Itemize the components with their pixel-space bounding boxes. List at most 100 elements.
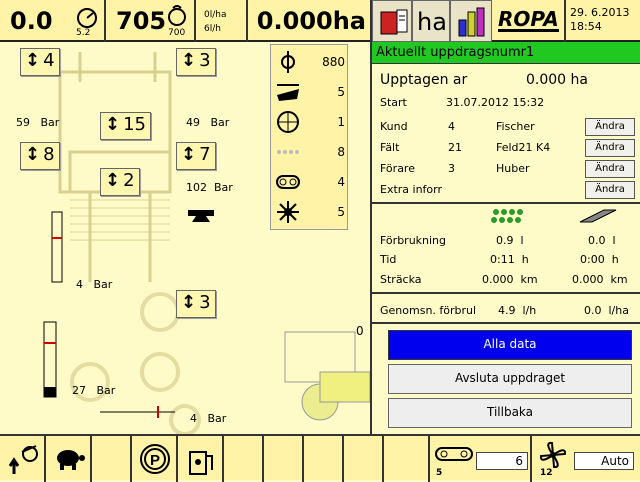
driver-name: Huber — [496, 162, 530, 175]
avg-consumption-road: 0.0 l/ha — [584, 304, 629, 317]
side-box-left[interactable]: ↕ 8 — [20, 142, 60, 170]
order-panel: Aktuellt uppdragsnumr1 Upptagen ar 0.000… — [370, 42, 640, 434]
lift-height-box-2[interactable]: ↕ 3 — [176, 48, 216, 76]
edit-customer-button[interactable]: Ändra — [585, 118, 635, 136]
bottom-toolbar: P 5 6 12 Auto — [0, 434, 640, 482]
field-number: 21 — [448, 141, 462, 154]
order-title-bar: Aktuellt uppdragsnumr1 — [372, 42, 640, 64]
counter-row[interactable]: 5 — [271, 197, 349, 227]
statistics-button[interactable] — [450, 0, 492, 42]
divider — [372, 202, 640, 204]
counter-value: 8 — [337, 145, 345, 159]
turtle-icon — [57, 450, 85, 470]
edit-field-button[interactable]: Ändra — [585, 139, 635, 157]
menu-button[interactable] — [0, 436, 46, 482]
divider — [372, 322, 640, 324]
customer-name: Fischer — [496, 120, 535, 133]
counter-row[interactable]: 8 — [271, 137, 349, 167]
all-data-button[interactable]: Alla data — [388, 330, 632, 360]
turtle-button[interactable] — [46, 436, 92, 482]
counter-row[interactable]: 4 — [271, 167, 349, 197]
lift-height-1-value: 4 — [43, 50, 55, 71]
pressure-mid: 102 Bar — [186, 181, 233, 194]
time-field: 0:11 h — [490, 253, 529, 266]
gauge-2-reading: 27 Bar — [72, 384, 116, 397]
center-box[interactable]: ↕ 2 — [100, 168, 140, 196]
speed-display: 0.0 5.2 — [0, 0, 106, 42]
parking-brake-icon: P — [140, 444, 170, 474]
toolbar-slot-8[interactable] — [304, 436, 344, 482]
side-box-right[interactable]: ↕ 7 — [176, 142, 216, 170]
counter-value: 1 — [337, 115, 345, 129]
start-value: 31.07.2012 15:32 — [446, 96, 545, 109]
fuel-rate-display: 0l/ha 6l/h — [196, 0, 248, 42]
avg-consumption-field: 4.9 l/h — [498, 304, 537, 317]
logbook-button[interactable] — [372, 0, 412, 42]
avg-consumption-label: Genomsn. förbrul — [380, 304, 477, 317]
toolbar-slot-9[interactable] — [344, 436, 384, 482]
fan-speed-control[interactable]: 12 Auto — [532, 436, 640, 482]
distance-field: 0.000 km — [482, 273, 538, 286]
order-title: Aktuellt uppdragsnumr1 — [376, 45, 535, 60]
finish-order-button[interactable]: Avsluta uppdraget — [388, 364, 632, 394]
chain-speed-value[interactable]: 6 — [476, 452, 528, 470]
chain-speed-control[interactable]: 5 6 — [430, 436, 532, 482]
machine-diagram: ↕ 4 ↕ 3 ↕ 15 ↕ 8 ↕ 7 ↕ 2 ↕ 3 59 Bar 49 Bar 102 … — [0, 42, 370, 434]
customer-label: Kund — [380, 120, 408, 133]
consumption-label: Förbrukning — [380, 234, 447, 247]
hectare-button[interactable]: ha — [412, 0, 450, 42]
roller-box[interactable]: ↕ 3 — [176, 290, 216, 318]
fuel-button[interactable] — [178, 436, 224, 482]
counter-row[interactable]: 880 — [271, 47, 349, 77]
back-button[interactable]: Tillbaka — [388, 398, 632, 428]
counter-value: 5 — [337, 205, 345, 219]
menu-up-icon — [8, 445, 38, 474]
side-zero-value: 0 — [356, 324, 364, 338]
extra-info-label: Extra inforr — [380, 183, 443, 196]
depth-box[interactable]: ↕ 15 — [100, 112, 151, 140]
updown-arrow-icon: ↕ — [25, 144, 41, 165]
start-label: Start — [380, 96, 407, 109]
rpm-value: 705 — [116, 7, 167, 35]
book-icon — [380, 9, 408, 35]
edit-driver-button[interactable]: Ändra — [585, 160, 635, 178]
counter-row[interactable]: 1 — [271, 107, 349, 137]
updown-arrow-icon: ↕ — [181, 50, 197, 71]
gauge-1-reading: 4 Bar — [76, 278, 113, 291]
center-value: 2 — [123, 170, 135, 191]
lift-height-box-1[interactable]: ↕ 4 — [20, 48, 60, 76]
fan-speed-value[interactable]: Auto — [574, 452, 634, 470]
toolbar-slot-10[interactable] — [384, 436, 430, 482]
consumption-road: 0.0 l — [588, 234, 616, 247]
toolbar-slot-3[interactable] — [92, 436, 132, 482]
counter-value: 4 — [337, 175, 345, 189]
updown-arrow-icon: ↕ — [105, 170, 121, 191]
consumption-field: 0.9 l — [496, 234, 524, 247]
counter-panel: 880 5 1 8 4 5 — [270, 44, 348, 230]
road-icon — [579, 209, 617, 223]
speedometer-icon — [77, 8, 97, 28]
pressure-right: 49 Bar — [186, 116, 230, 129]
fuel-pump-icon — [189, 451, 213, 475]
counter-row[interactable]: 5 — [271, 77, 349, 107]
depth-value: 15 — [123, 114, 146, 135]
divider — [372, 292, 640, 294]
area-value: 0.000ha — [256, 7, 366, 35]
conveyor-icon — [277, 84, 299, 101]
rpm-display: 705 700 — [106, 0, 196, 42]
field-label: Fält — [380, 141, 400, 154]
rotor-icon — [281, 51, 295, 73]
time-label: Tid — [380, 253, 397, 266]
speed-value: 0.0 — [10, 7, 53, 35]
parking-brake-button[interactable]: P — [132, 436, 178, 482]
chain-number: 5 — [436, 468, 443, 478]
edit-extra-info-button[interactable]: Ändra — [585, 181, 635, 199]
taken-label: Upptagen ar — [380, 72, 468, 88]
roller-value: 3 — [199, 292, 211, 313]
counter-value: 880 — [322, 55, 345, 69]
area-display: 0.000ha — [248, 0, 372, 42]
toolbar-slot-7[interactable] — [264, 436, 304, 482]
toolbar-slot-6[interactable] — [224, 436, 264, 482]
gauge-3-reading: 4 Bar — [190, 412, 227, 425]
rpm-sub-value: 700 — [168, 28, 186, 38]
